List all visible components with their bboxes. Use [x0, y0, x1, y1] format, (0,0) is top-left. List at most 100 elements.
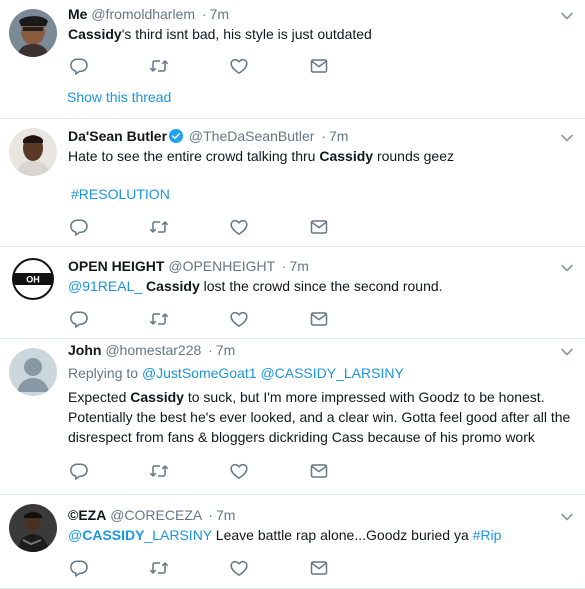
message-icon[interactable] [309, 218, 329, 236]
retweet-icon[interactable] [149, 559, 169, 577]
highlight: Cassidy [130, 389, 184, 405]
avatar[interactable] [9, 348, 57, 396]
avatar-image [9, 128, 57, 176]
retweet-icon[interactable] [149, 57, 169, 75]
chevron-down-icon[interactable] [560, 512, 574, 522]
action-bar [69, 462, 389, 480]
chevron-down-icon[interactable] [560, 347, 574, 357]
text-body: 's third isnt bad, his style is just out… [121, 26, 372, 42]
timestamp[interactable]: 7m [289, 258, 308, 274]
timestamp[interactable]: 7m [210, 6, 229, 22]
text-line: disrespect from fans & bloggers dickridi… [68, 429, 535, 445]
display-name[interactable]: Me [68, 6, 87, 22]
tweet-text: Cassidy's third isnt bad, his style is j… [68, 24, 555, 44]
hashtag-link[interactable]: #RESOLUTION [68, 184, 555, 204]
mention-at: @ [68, 527, 83, 543]
avatar-image [9, 504, 57, 552]
text-line: Expected Cassidy to suck, but I'm more i… [68, 387, 555, 407]
like-icon[interactable] [229, 462, 249, 480]
avatar-image: OH [9, 255, 57, 303]
tweet-3[interactable]: OH OPEN HEIGHT @OPENHEIGHT · 7m @91REAL_ … [0, 247, 585, 339]
action-bar [69, 218, 389, 236]
reply-icon[interactable] [69, 57, 89, 75]
like-icon[interactable] [229, 310, 249, 328]
replying-to: Replying to @JustSomeGoat1 @CASSIDY_LARS… [68, 363, 555, 383]
display-name[interactable]: ©EZA [68, 507, 106, 523]
hashtag-link[interactable]: #Rip [473, 527, 502, 543]
avatar-image [9, 348, 57, 396]
highlight: Cassidy [319, 148, 374, 164]
reply-icon[interactable] [69, 559, 89, 577]
display-name[interactable]: Da'Sean Butler [68, 128, 167, 144]
text-body: Expected [68, 389, 131, 405]
text-body: lost the crowd since the second round. [199, 278, 443, 294]
message-icon[interactable] [309, 559, 329, 577]
separator: · [281, 258, 287, 274]
avatar[interactable]: OH [9, 255, 57, 303]
retweet-icon[interactable] [149, 218, 169, 236]
highlight: Cassidy [68, 26, 122, 42]
like-icon[interactable] [229, 57, 249, 75]
mention-highlight: CASSIDY [82, 527, 145, 543]
text-body: to suck, but I'm more impressed with Goo… [183, 389, 545, 405]
tweet-header: OPEN HEIGHT @OPENHEIGHT · 7m [68, 247, 555, 276]
tweet-2[interactable]: Da'Sean Butler @TheDaSeanButler · 7m Hate… [0, 119, 585, 247]
replying-label: Replying to [68, 365, 142, 381]
message-icon[interactable] [309, 462, 329, 480]
text-body: Leave battle rap alone...Goodz buried ya [211, 527, 473, 543]
handle[interactable]: @homestar228 [105, 342, 201, 358]
text-line: Potentially the best he's ever looked, a… [68, 409, 571, 425]
retweet-icon[interactable] [149, 310, 169, 328]
timestamp[interactable]: 7m [216, 507, 235, 523]
display-name[interactable]: OPEN HEIGHT [68, 258, 164, 274]
reply-icon[interactable] [69, 462, 89, 480]
chevron-down-icon[interactable] [560, 133, 574, 143]
mention-link[interactable]: @CASSIDY_LARSINY [260, 365, 403, 381]
separator: · [208, 507, 214, 523]
mention-link[interactable]: @91REAL_ [68, 278, 142, 294]
action-bar [69, 57, 389, 75]
action-bar [69, 559, 389, 577]
handle[interactable]: @CORECEZA [110, 507, 201, 523]
separator: · [201, 6, 207, 22]
reply-icon[interactable] [69, 218, 89, 236]
avatar-image [9, 9, 57, 57]
show-thread-link[interactable]: Show this thread [67, 89, 171, 105]
like-icon[interactable] [229, 218, 249, 236]
separator: · [208, 342, 213, 358]
avatar[interactable] [9, 128, 57, 176]
mention-link[interactable]: @CASSIDY_LARSINY [68, 527, 212, 543]
svg-text:OH: OH [26, 275, 40, 285]
tweet-feed: Me @fromoldharlem · 7m Cassidy's third is… [0, 0, 585, 589]
avatar[interactable] [9, 504, 57, 552]
retweet-icon[interactable] [149, 462, 169, 480]
mention-link[interactable]: @JustSomeGoat1 [142, 365, 257, 381]
avatar[interactable] [9, 9, 57, 57]
handle[interactable]: @TheDaSeanButler [189, 128, 315, 144]
tweet-text: Hate to see the entire crowd talking thr… [68, 146, 555, 166]
tweet-text: Expected Cassidy to suck, but I'm more i… [68, 387, 571, 447]
timestamp[interactable]: 7m [329, 128, 348, 144]
highlight: Cassidy [146, 278, 200, 294]
timestamp[interactable]: 7m [216, 342, 235, 358]
message-icon[interactable] [309, 310, 329, 328]
chevron-down-icon[interactable] [560, 11, 574, 21]
tweet-header: Da'Sean Butler @TheDaSeanButler · 7m [68, 119, 555, 146]
separator: · [321, 128, 326, 144]
display-name[interactable]: John [68, 342, 101, 358]
message-icon[interactable] [309, 57, 329, 75]
reply-icon[interactable] [69, 310, 89, 328]
verified-badge-icon [169, 129, 184, 143]
tweet-text: @91REAL_ Cassidy lost the crowd since th… [68, 276, 555, 296]
mention-rest: _LARSINY [144, 527, 212, 543]
chevron-down-icon[interactable] [560, 263, 574, 273]
tweet-header: Me @fromoldharlem · 7m [68, 0, 555, 24]
like-icon[interactable] [229, 559, 249, 577]
tweet-1[interactable]: Me @fromoldharlem · 7m Cassidy's third is… [0, 0, 585, 119]
tweet-header: ©EZA @CORECEZA · 7m [68, 495, 555, 525]
handle[interactable]: @fromoldharlem [91, 6, 195, 22]
text-body: Hate to see the entire crowd talking thr… [68, 148, 320, 164]
handle[interactable]: @OPENHEIGHT [168, 258, 275, 274]
tweet-4[interactable]: John @homestar228 · 7m Replying to @JustS… [0, 339, 585, 495]
tweet-5[interactable]: ©EZA @CORECEZA · 7m @CASSIDY_LARSINY Leav… [0, 495, 585, 589]
